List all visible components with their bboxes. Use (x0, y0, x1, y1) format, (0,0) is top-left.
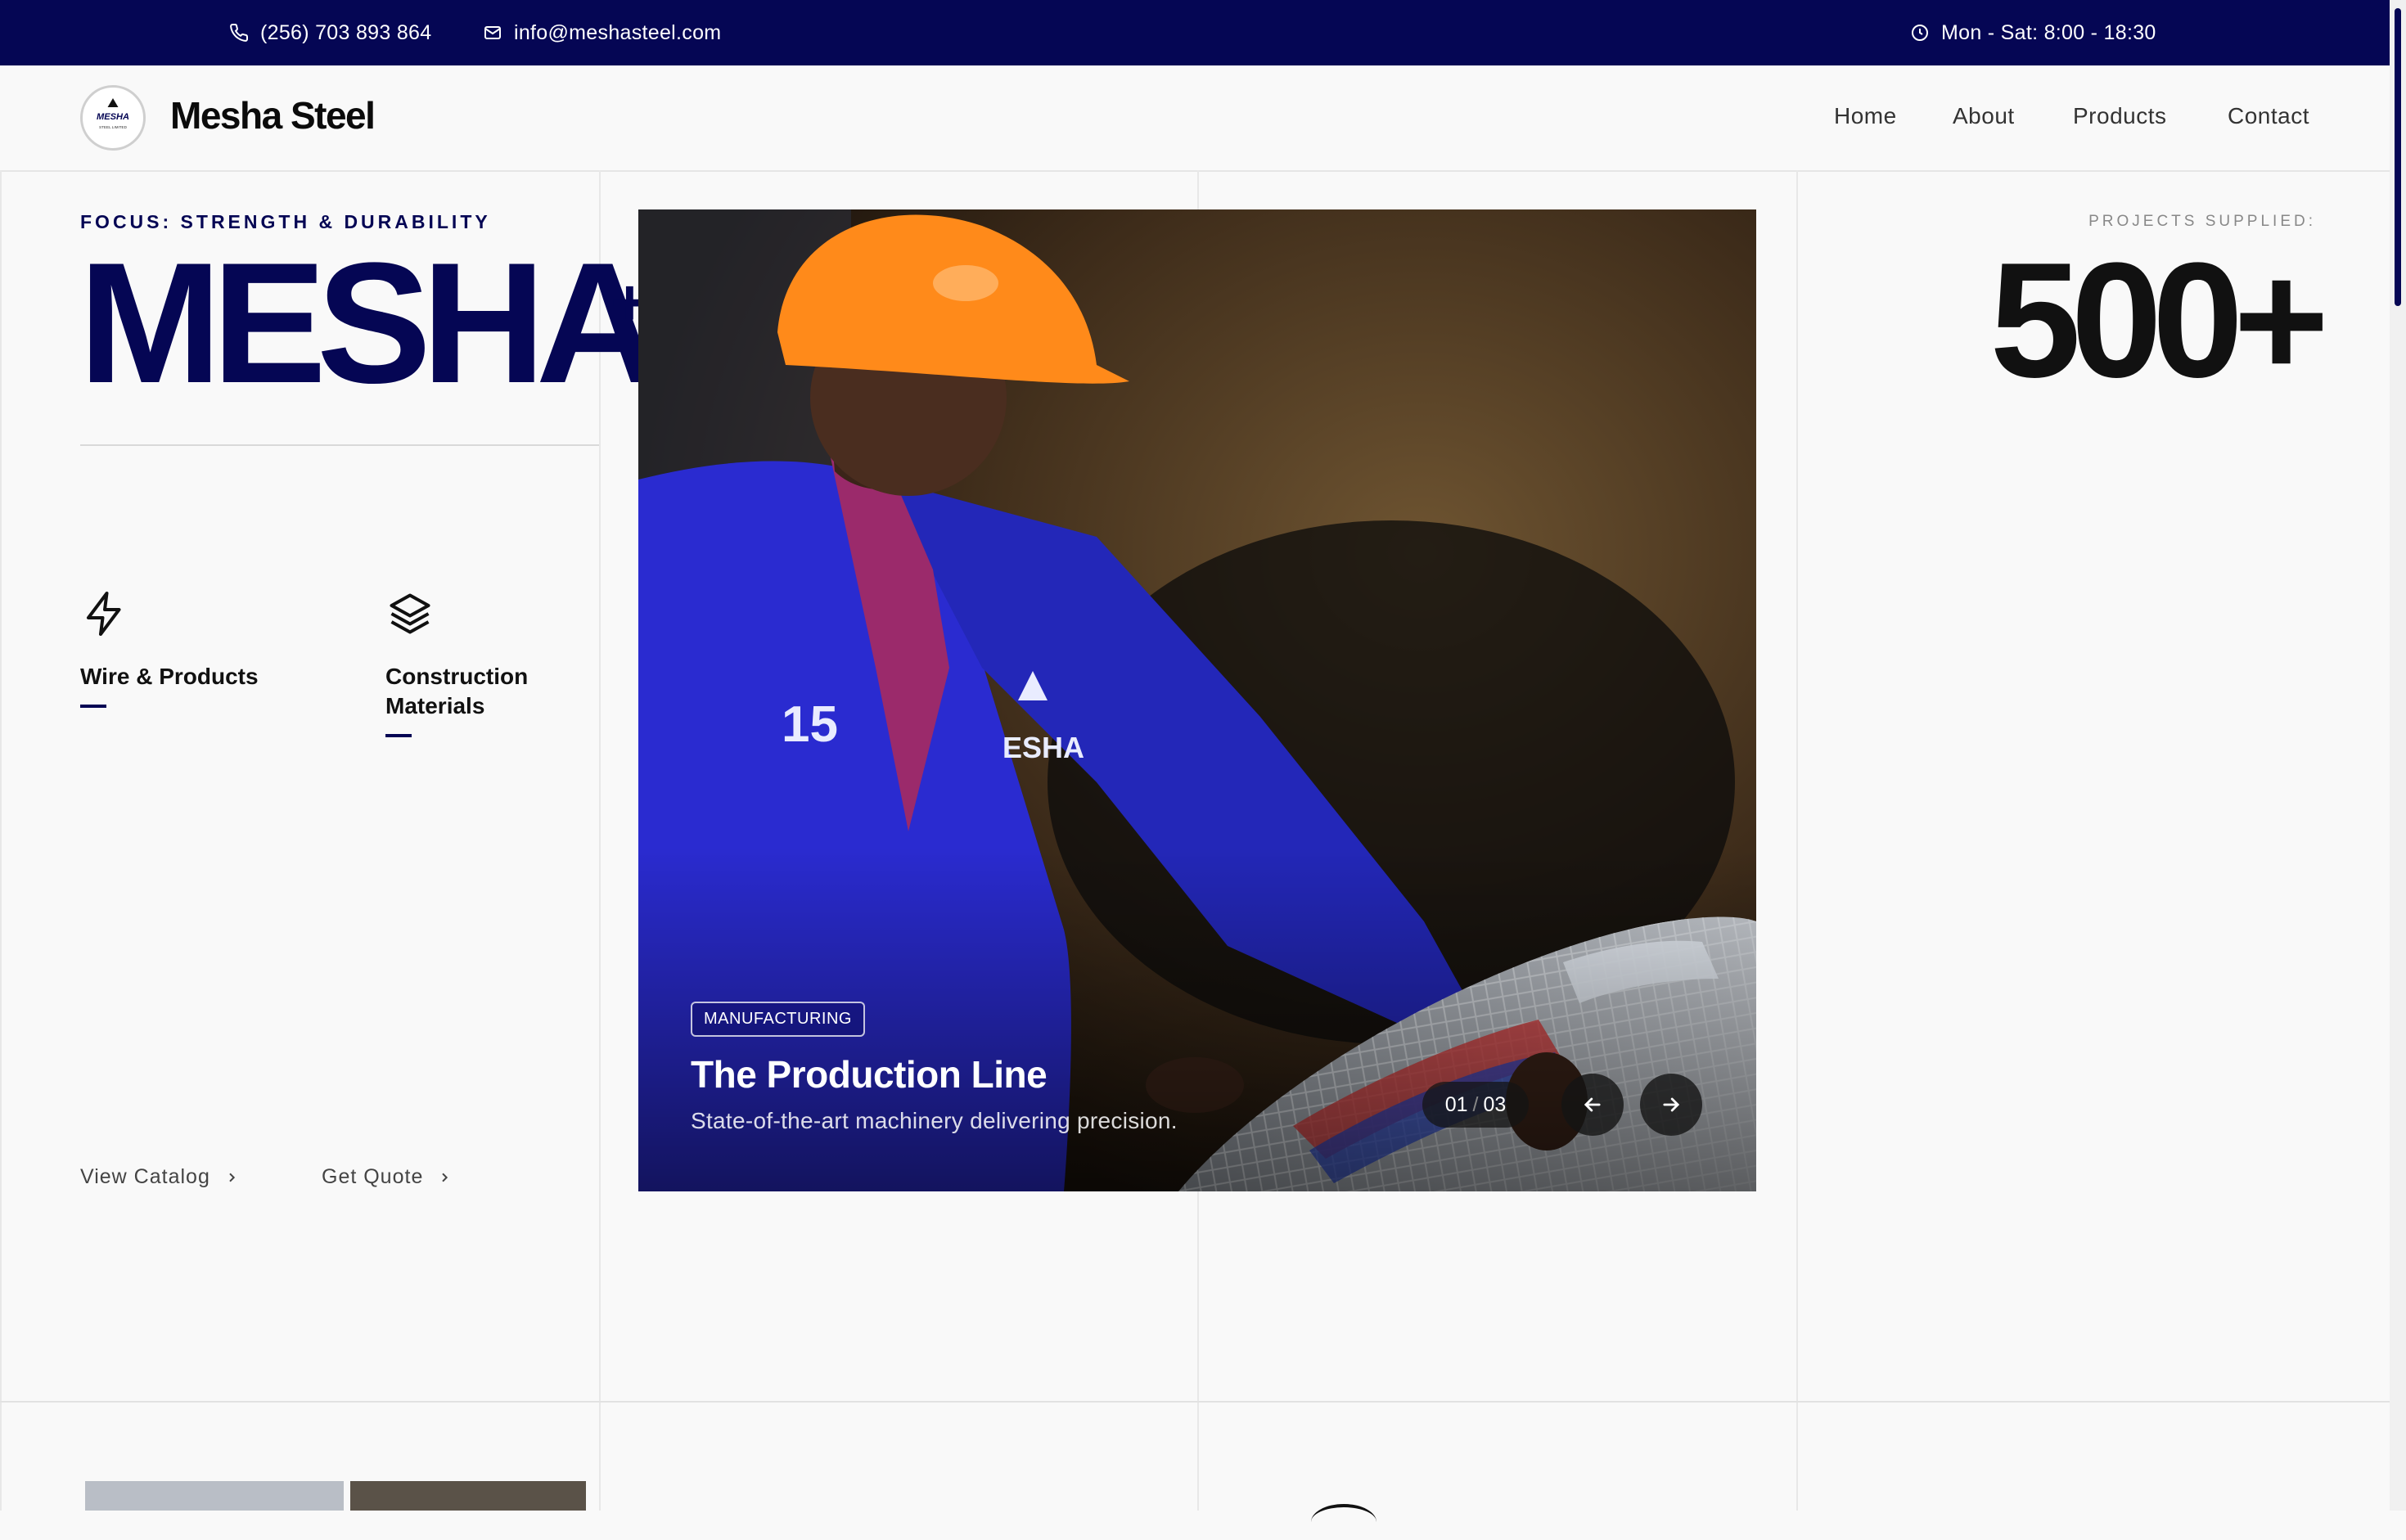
headline: MESHA (79, 227, 660, 419)
category-tag: MANUFACTURING (691, 1002, 865, 1037)
projects-count: 500+ (1989, 229, 2329, 412)
worker-number: 15 (782, 696, 838, 753)
hero-slider[interactable]: 15 ESHA MANUFACTURING The Production Lin… (638, 209, 1756, 1191)
phone-icon (230, 23, 249, 42)
slide-counter: 01 / 03 (1422, 1082, 1529, 1128)
worker-logo: ESHA (1002, 731, 1084, 764)
top-contact-bar: (256) 703 893 864 info@meshasteel.com Mo… (0, 0, 2406, 65)
hours-text: Mon - Sat: 8:00 - 18:30 (1941, 20, 2156, 44)
arrow-left-icon (1584, 1097, 1601, 1112)
slide-current: 01 (1444, 1092, 1468, 1116)
nav-contact[interactable]: Contact (2228, 103, 2309, 129)
logo-icon: MESHA STEEL LIMITED (94, 97, 132, 129)
next-slide-button[interactable] (1640, 1074, 1702, 1136)
lightning-icon (87, 592, 121, 636)
product-thumbnail[interactable] (350, 1481, 586, 1511)
slide-separator: / (1472, 1092, 1479, 1116)
email-contact[interactable]: info@meshasteel.com (483, 0, 721, 65)
brand-name[interactable]: Mesha Steel (170, 93, 376, 137)
section-graphic (1311, 1504, 1376, 1540)
prev-slide-button[interactable] (1561, 1074, 1624, 1136)
chevron-right-icon (229, 1173, 235, 1182)
slide-total: 03 (1483, 1092, 1507, 1116)
projects-label: PROJECTS SUPPLIED: (2088, 213, 2316, 230)
feature-wire-products[interactable]: Wire & Products (80, 589, 260, 708)
get-quote-label: Get Quote (322, 1165, 424, 1188)
feature-underline (80, 705, 106, 708)
logo-badge[interactable]: MESHA STEEL LIMITED (80, 85, 146, 151)
mail-icon (484, 26, 501, 39)
opening-hours: Mon - Sat: 8:00 - 18:30 (1910, 0, 2156, 65)
logo-text: MESHA (97, 112, 129, 122)
get-quote-link[interactable]: Get Quote (322, 1165, 451, 1189)
divider (80, 444, 599, 446)
site-header: MESHA STEEL LIMITED Mesha Steel Home Abo… (0, 65, 2390, 172)
feature-label: Wire & Products (80, 664, 259, 689)
grid-line (0, 170, 2, 1511)
scrollbar-thumb[interactable] (2395, 8, 2401, 306)
feature-underline (385, 734, 412, 737)
phone-contact[interactable]: (256) 703 893 864 (229, 0, 431, 65)
nav-about[interactable]: About (1953, 103, 2015, 129)
nav-home[interactable]: Home (1834, 103, 1897, 129)
view-catalog-link[interactable]: View Catalog (80, 1165, 238, 1189)
grid-line (1796, 170, 1798, 1511)
arrow-right-icon (1663, 1097, 1680, 1112)
logo-subtext: STEEL LIMITED (99, 125, 128, 129)
clock-icon (1912, 25, 1928, 41)
grid-line (0, 1401, 2390, 1403)
feature-construction-materials[interactable]: Construction Materials (385, 589, 565, 737)
slide-subtitle: State-of-the-art machinery delivering pr… (691, 1108, 1178, 1133)
email-address: info@meshasteel.com (514, 20, 722, 44)
phone-number: (256) 703 893 864 (260, 20, 432, 44)
product-thumbnail[interactable] (85, 1481, 344, 1511)
view-catalog-label: View Catalog (80, 1165, 210, 1188)
chevron-right-icon (442, 1173, 448, 1182)
layers-icon (390, 593, 430, 634)
feature-label: Construction Materials (385, 664, 529, 718)
nav-products[interactable]: Products (2073, 103, 2167, 129)
slide-title: The Production Line (691, 1053, 1048, 1096)
